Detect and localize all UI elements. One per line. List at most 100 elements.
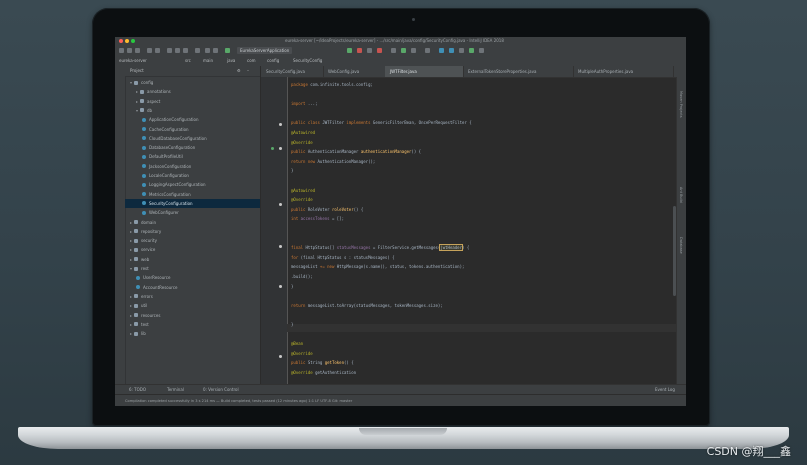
run-icon[interactable] [347, 48, 352, 53]
editor-tab[interactable]: MultipleAuthProperties.java [573, 66, 674, 77]
chevron-right-icon[interactable]: ▸ [136, 89, 138, 94]
bean-marker-icon[interactable] [279, 285, 282, 288]
breadcrumb-item[interactable]: config [267, 56, 279, 66]
tree-file[interactable]: DatabaseConfiguration [125, 143, 260, 152]
chevron-right-icon[interactable]: ▸ [130, 238, 132, 243]
history-icon[interactable] [411, 48, 416, 53]
build-icon[interactable] [225, 48, 230, 53]
code-editor[interactable]: package com.infinite.tools.config; import… [291, 77, 676, 384]
tree-folder[interactable]: ▸ util [125, 301, 260, 310]
redo-icon[interactable] [155, 48, 160, 53]
chevron-right-icon[interactable]: ▸ [130, 229, 132, 234]
tree-folder[interactable]: ▸ lib [125, 329, 260, 338]
tree-file[interactable]: AccountResource [125, 283, 260, 292]
gear-icon[interactable]: ⚙ [237, 66, 241, 76]
bean-marker-icon[interactable] [279, 245, 282, 248]
undo-icon[interactable] [147, 48, 152, 53]
vcs-commit-icon[interactable] [401, 48, 406, 53]
tree-file[interactable]: WebConfigurer [125, 208, 260, 217]
editor-tab[interactable]: JWTFilter.java [385, 66, 464, 77]
tree-folder[interactable]: ▸ security [125, 236, 260, 245]
chevron-right-icon[interactable]: ▸ [130, 294, 132, 299]
database-tab[interactable]: Database [679, 237, 683, 254]
chevron-right-icon[interactable]: ▸ [130, 322, 132, 327]
chevron-right-icon[interactable]: ▸ [130, 247, 132, 252]
tree-file[interactable]: UserResource [125, 273, 260, 282]
settings-icon[interactable] [439, 48, 444, 53]
tree-folder[interactable]: ▸ errors [125, 292, 260, 301]
chevron-right-icon[interactable]: ▸ [130, 331, 132, 336]
tree-file[interactable]: CacheConfiguration [125, 125, 260, 134]
run-configuration-select[interactable]: EurekaServerApplication [237, 47, 293, 54]
close-window-button[interactable] [119, 39, 123, 43]
tree-folder[interactable]: ▸ domain [125, 218, 260, 227]
tree-folder[interactable]: ▸ aspect [125, 97, 260, 106]
breadcrumb-item[interactable]: eureka-server [119, 56, 147, 66]
tree-file[interactable]: CloudDatabaseConfiguration [125, 134, 260, 143]
maven-projects-tab[interactable]: Maven Projects [679, 91, 683, 118]
chevron-down-icon[interactable]: ▾ [130, 80, 132, 85]
tree-folder[interactable]: ▸ resources [125, 311, 260, 320]
tree-folder[interactable]: ▸ repository [125, 227, 260, 236]
breadcrumb-item[interactable]: src [185, 56, 191, 66]
forward-icon[interactable] [213, 48, 218, 53]
vcs-update-icon[interactable] [391, 48, 396, 53]
code-line: } [291, 283, 293, 291]
terminal-icon[interactable] [469, 48, 474, 53]
breadcrumb-item[interactable]: java [227, 56, 235, 66]
cut-icon[interactable] [167, 48, 172, 53]
tree-folder[interactable]: ▸ web [125, 255, 260, 264]
back-icon[interactable] [205, 48, 210, 53]
project-view-title[interactable]: Project [130, 66, 144, 76]
tree-folder[interactable]: ▾ config [125, 78, 260, 87]
save-icon[interactable] [127, 48, 132, 53]
tree-file[interactable]: DefaultProfileUtil [125, 152, 260, 161]
tree-file[interactable]: LocaleConfiguration [125, 171, 260, 180]
maximize-window-button[interactable] [131, 39, 135, 43]
chevron-right-icon[interactable]: ▸ [130, 313, 132, 318]
debug-icon[interactable] [357, 48, 362, 53]
tree-folder[interactable]: ▸ test [125, 320, 260, 329]
chevron-right-icon[interactable]: ▸ [130, 303, 132, 308]
editor-tab[interactable]: ExternalTokenStoreProperties.java [463, 66, 574, 77]
sync-icon[interactable] [135, 48, 140, 53]
tree-folder[interactable]: ▸ annotations [125, 87, 260, 96]
copy-icon[interactable] [175, 48, 180, 53]
override-marker-icon[interactable] [271, 147, 274, 150]
open-folder-icon[interactable] [119, 48, 124, 53]
coverage-icon[interactable] [367, 48, 372, 53]
tree-folder[interactable]: ▾ db [125, 106, 260, 115]
code-token: = FilterService.getMessages( [370, 245, 441, 251]
ant-build-tab[interactable]: Ant Build [679, 187, 683, 203]
tree-file[interactable]: LoggingAspectConfiguration [125, 180, 260, 189]
tree-file[interactable]: JacksonConfiguration [125, 162, 260, 171]
search-everywhere-icon[interactable] [479, 48, 484, 53]
chevron-down-icon[interactable]: ▾ [130, 266, 132, 271]
bean-marker-icon[interactable] [279, 203, 282, 206]
bean-marker-icon[interactable] [279, 355, 282, 358]
chevron-down-icon[interactable]: ▾ [136, 108, 138, 113]
sdk-icon[interactable] [459, 48, 464, 53]
breadcrumb-item[interactable]: com [247, 56, 256, 66]
editor-tab[interactable]: SecurityConfig.java [261, 66, 324, 77]
class-icon [142, 117, 146, 122]
minimize-window-button[interactable] [125, 39, 129, 43]
tree-folder[interactable]: ▸ service [125, 245, 260, 254]
collapse-icon[interactable]: – [247, 66, 249, 76]
chevron-right-icon[interactable]: ▸ [130, 257, 132, 262]
breadcrumb-item[interactable]: SecurityConfig [293, 56, 322, 66]
chevron-right-icon[interactable]: ▸ [136, 99, 138, 104]
bean-marker-icon[interactable] [279, 147, 282, 150]
chevron-right-icon[interactable]: ▸ [130, 220, 132, 225]
stop-icon[interactable] [377, 48, 382, 53]
tree-file[interactable]: MetricsConfiguration [125, 190, 260, 199]
tree-file[interactable]: SecurityConfiguration [125, 198, 260, 208]
revert-icon[interactable] [425, 48, 430, 53]
find-icon[interactable] [195, 48, 200, 53]
project-structure-icon[interactable] [449, 48, 454, 53]
tree-file[interactable]: ApplicationConfiguration [125, 115, 260, 124]
paste-icon[interactable] [183, 48, 188, 53]
editor-tab[interactable]: WebConfig.java [323, 66, 386, 77]
tree-folder[interactable]: ▾ rest [125, 264, 260, 273]
breadcrumb-item[interactable]: main [203, 56, 213, 66]
